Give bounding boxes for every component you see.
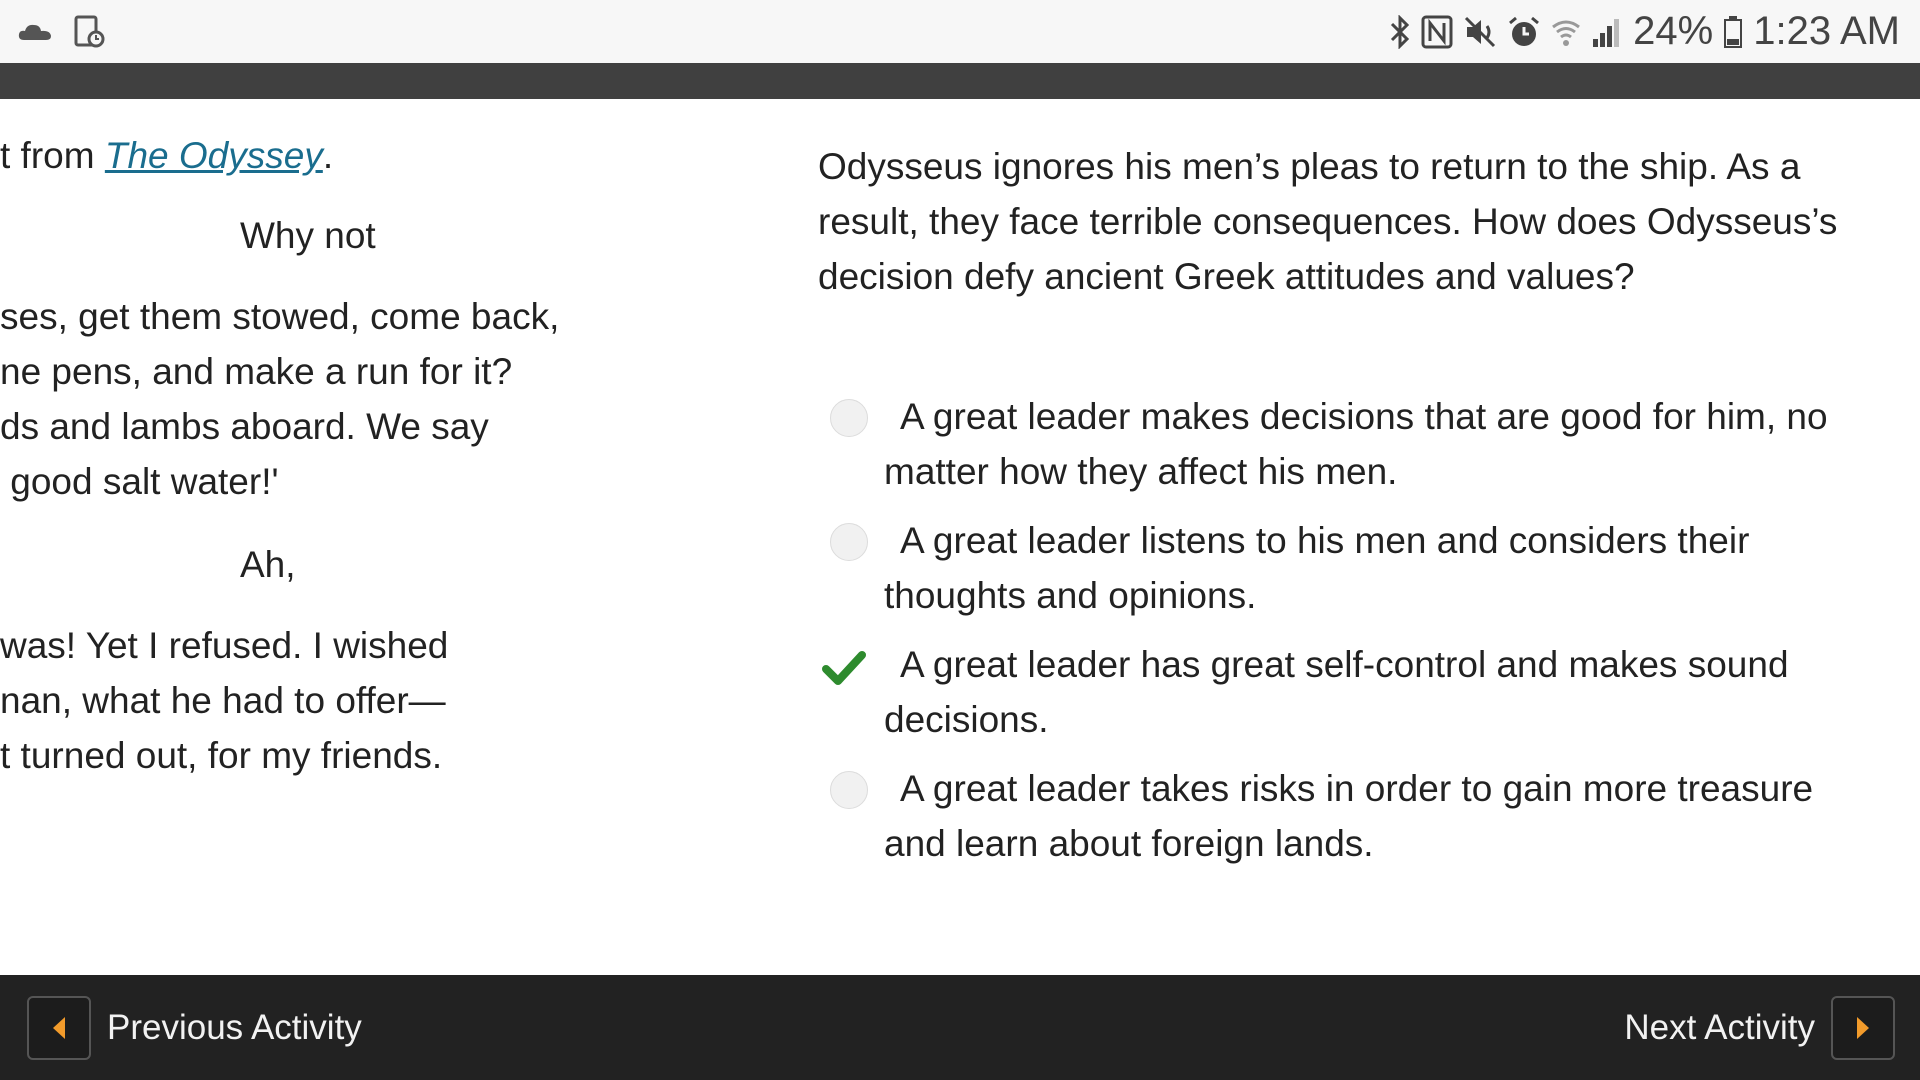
radio-button[interactable] — [830, 523, 868, 561]
previous-arrow-button[interactable] — [27, 995, 91, 1060]
answer-option-text: A great leader takes risks in order to g… — [884, 768, 1814, 864]
next-activity-label[interactable]: Next Activity — [1624, 1008, 1815, 1048]
battery-percent: 24% — [1633, 9, 1714, 53]
alarm-icon — [1507, 12, 1541, 52]
passage-line: ne pens, and make a run for it? — [0, 351, 513, 392]
status-left-icons — [0, 12, 106, 52]
question-text: Odysseus ignores his men’s pleas to retu… — [818, 146, 1838, 297]
mute-icon — [1463, 12, 1497, 52]
odyssey-link[interactable]: The Odyssey — [105, 135, 323, 176]
passage-line: ds and lambs aboard. We say — [0, 406, 489, 447]
previous-activity-button[interactable]: Previous Activity — [0, 995, 362, 1060]
radio-button[interactable] — [830, 399, 868, 437]
previous-activity-label[interactable]: Previous Activity — [107, 1008, 362, 1048]
answer-option-text: A great leader has great self-control an… — [884, 644, 1789, 740]
cloud-icon — [18, 12, 52, 52]
signal-icon — [1591, 12, 1623, 52]
passage-line: good salt water!' — [0, 461, 279, 502]
passage-line: Why not — [240, 215, 376, 256]
checkmark-icon[interactable] — [822, 645, 866, 689]
arrow-right-icon — [1857, 1016, 1869, 1039]
passage-intro-suffix: . — [322, 135, 334, 176]
next-arrow-button[interactable] — [1831, 995, 1895, 1060]
activity-navigation-bar: Previous Activity Next Activity — [0, 975, 1920, 1080]
arrow-left-icon — [53, 1016, 65, 1039]
passage-line: nan, what he had to offer— — [0, 680, 446, 721]
answer-option-4[interactable]: A great leader takes risks in order to g… — [818, 761, 1878, 871]
radio-button[interactable] — [830, 771, 868, 809]
wifi-icon — [1551, 12, 1581, 52]
answer-options: A great leader makes decisions that are … — [818, 389, 1878, 885]
bluetooth-icon — [1389, 12, 1411, 52]
answer-option-2[interactable]: A great leader listens to his men and co… — [818, 513, 1878, 623]
next-activity-button[interactable]: Next Activity — [1624, 995, 1920, 1060]
battery-icon — [1723, 12, 1743, 52]
passage-intro-text: t from — [0, 135, 105, 176]
passage-line: Ah, — [240, 544, 296, 585]
passage-panel: t from The Odyssey. Why not ses, get the… — [0, 99, 760, 975]
nfc-icon — [1421, 12, 1453, 52]
answer-option-1[interactable]: A great leader makes decisions that are … — [818, 389, 1878, 499]
answer-option-text: A great leader listens to his men and co… — [884, 520, 1750, 616]
passage-line: t turned out, for my friends. — [0, 735, 443, 776]
status-right-icons: 24% 1:23 AM — [1389, 9, 1920, 54]
app-header-band — [0, 63, 1920, 99]
status-time: 1:23 AM — [1753, 9, 1900, 53]
answer-option-text: A great leader makes decisions that are … — [884, 396, 1828, 492]
activity-content: t from The Odyssey. Why not ses, get the… — [0, 99, 1920, 975]
status-bar: 24% 1:23 AM — [0, 0, 1920, 63]
passage-intro-line: t from The Odyssey. — [0, 128, 333, 183]
answer-option-3[interactable]: A great leader has great self-control an… — [818, 637, 1878, 747]
passage-line: was! Yet I refused. I wished — [0, 625, 449, 666]
passage-line: ses, get them stowed, come back, — [0, 296, 560, 337]
device-settings-icon — [74, 12, 106, 52]
